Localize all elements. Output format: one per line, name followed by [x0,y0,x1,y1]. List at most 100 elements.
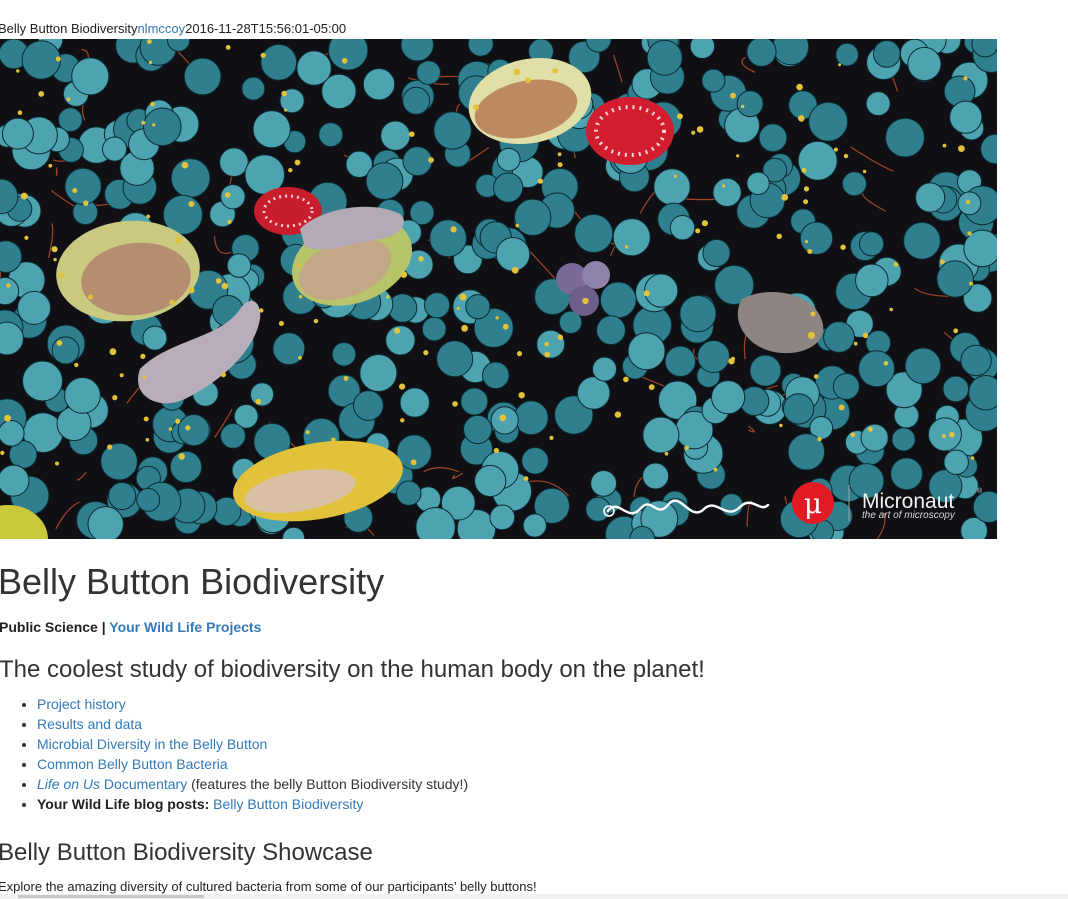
speck [4,414,11,422]
coccus [890,457,923,491]
coccus [474,464,507,498]
speck [741,104,745,109]
speck [400,418,405,423]
coccus [832,373,860,400]
coccus [429,219,468,258]
coccus [689,39,716,59]
red-cell-top [586,97,674,165]
coccus [808,101,849,142]
coccus [749,354,782,387]
speck [278,321,284,326]
speck [109,348,117,356]
coccus [679,295,717,333]
speck [56,340,63,346]
coccus [872,40,901,68]
speck [224,192,231,198]
showcase-heading: Belly Button Biodiversity Showcase [0,839,373,866]
coccus [493,172,524,203]
coccus [108,481,137,511]
speck [958,145,965,152]
coccus [746,171,770,196]
speck [140,353,146,359]
author-link[interactable]: nlmccoy [137,21,185,36]
coccus [746,39,777,67]
speck [867,426,874,432]
coccus [260,43,298,81]
byline-label: Public Science [0,619,98,635]
results-data-link[interactable]: Results and data [37,716,142,732]
speck [691,130,696,135]
post-timestamp: 2016-11-28T15:56:01-05:00 [185,21,347,36]
coccus [701,68,726,93]
scrollbar-thumb[interactable] [18,895,204,898]
coccus [592,356,617,382]
coccus [143,107,182,147]
speck [942,143,947,148]
speck [220,372,226,378]
speck [970,456,975,460]
byline-separator: | [97,619,110,635]
coccus [642,462,670,490]
microbial-diversity-link[interactable]: Microbial Diversity in the Belly Button [37,736,267,752]
speck [305,430,310,435]
coccus [220,423,246,449]
coccus [915,182,946,213]
speck [461,324,468,332]
coccus [0,464,30,497]
post-meta: Belly Button Biodiversitynlmccoy2016-11-… [0,21,346,37]
speck [119,373,124,378]
coccus [51,336,80,365]
speck [188,287,195,294]
coccus [514,198,552,237]
speck [696,126,704,133]
coccus [170,158,211,198]
speck [343,376,349,381]
coccus [250,382,275,407]
list-item: Microbial Diversity in the Belly Button [37,734,468,754]
coccus [646,39,683,76]
speck [840,244,846,250]
speck [701,220,709,227]
page-subtitle: The coolest study of biodiversity on the… [0,656,705,683]
projects-link[interactable]: Your Wild Life Projects [109,619,261,635]
coccus [399,387,430,418]
documentary-link[interactable]: Life on Us Documentary [37,776,187,792]
coccus [22,360,63,402]
speck [516,351,523,357]
speck [17,110,23,115]
micrograph-illustration: μ Micronaut ® the art of microscopy [0,39,997,539]
coccus [782,393,815,425]
coccus [463,414,493,445]
speck [728,358,735,365]
coccus [436,340,474,378]
coccus [719,493,744,517]
coccus [87,506,124,539]
speck [88,294,94,300]
list-item: Life on Us Documentary (features the bel… [37,774,468,794]
speck [949,431,955,438]
speck [141,120,146,125]
speck [803,199,809,205]
common-bacteria-link[interactable]: Common Belly Button Bacteria [37,756,228,772]
coccus [21,40,61,80]
blog-post-link[interactable]: Belly Button Biodiversity [213,796,363,812]
speck [518,392,525,399]
coccus [219,147,249,177]
horizontal-scrollbar[interactable] [0,894,1068,899]
coccus [907,46,942,82]
project-history-link[interactable]: Project history [37,696,126,712]
speck [803,186,810,192]
speck [838,404,845,411]
speck [459,293,467,301]
speck [181,161,189,169]
speck [20,192,28,200]
micronaut-symbol: μ [804,487,822,520]
speck [313,318,319,324]
speck [188,201,195,207]
speck [178,453,185,460]
coccus [331,341,357,367]
speck [215,278,222,284]
speck [456,306,460,311]
list-item: Your Wild Life blog posts: Belly Button … [37,794,468,814]
coccus [489,504,516,531]
